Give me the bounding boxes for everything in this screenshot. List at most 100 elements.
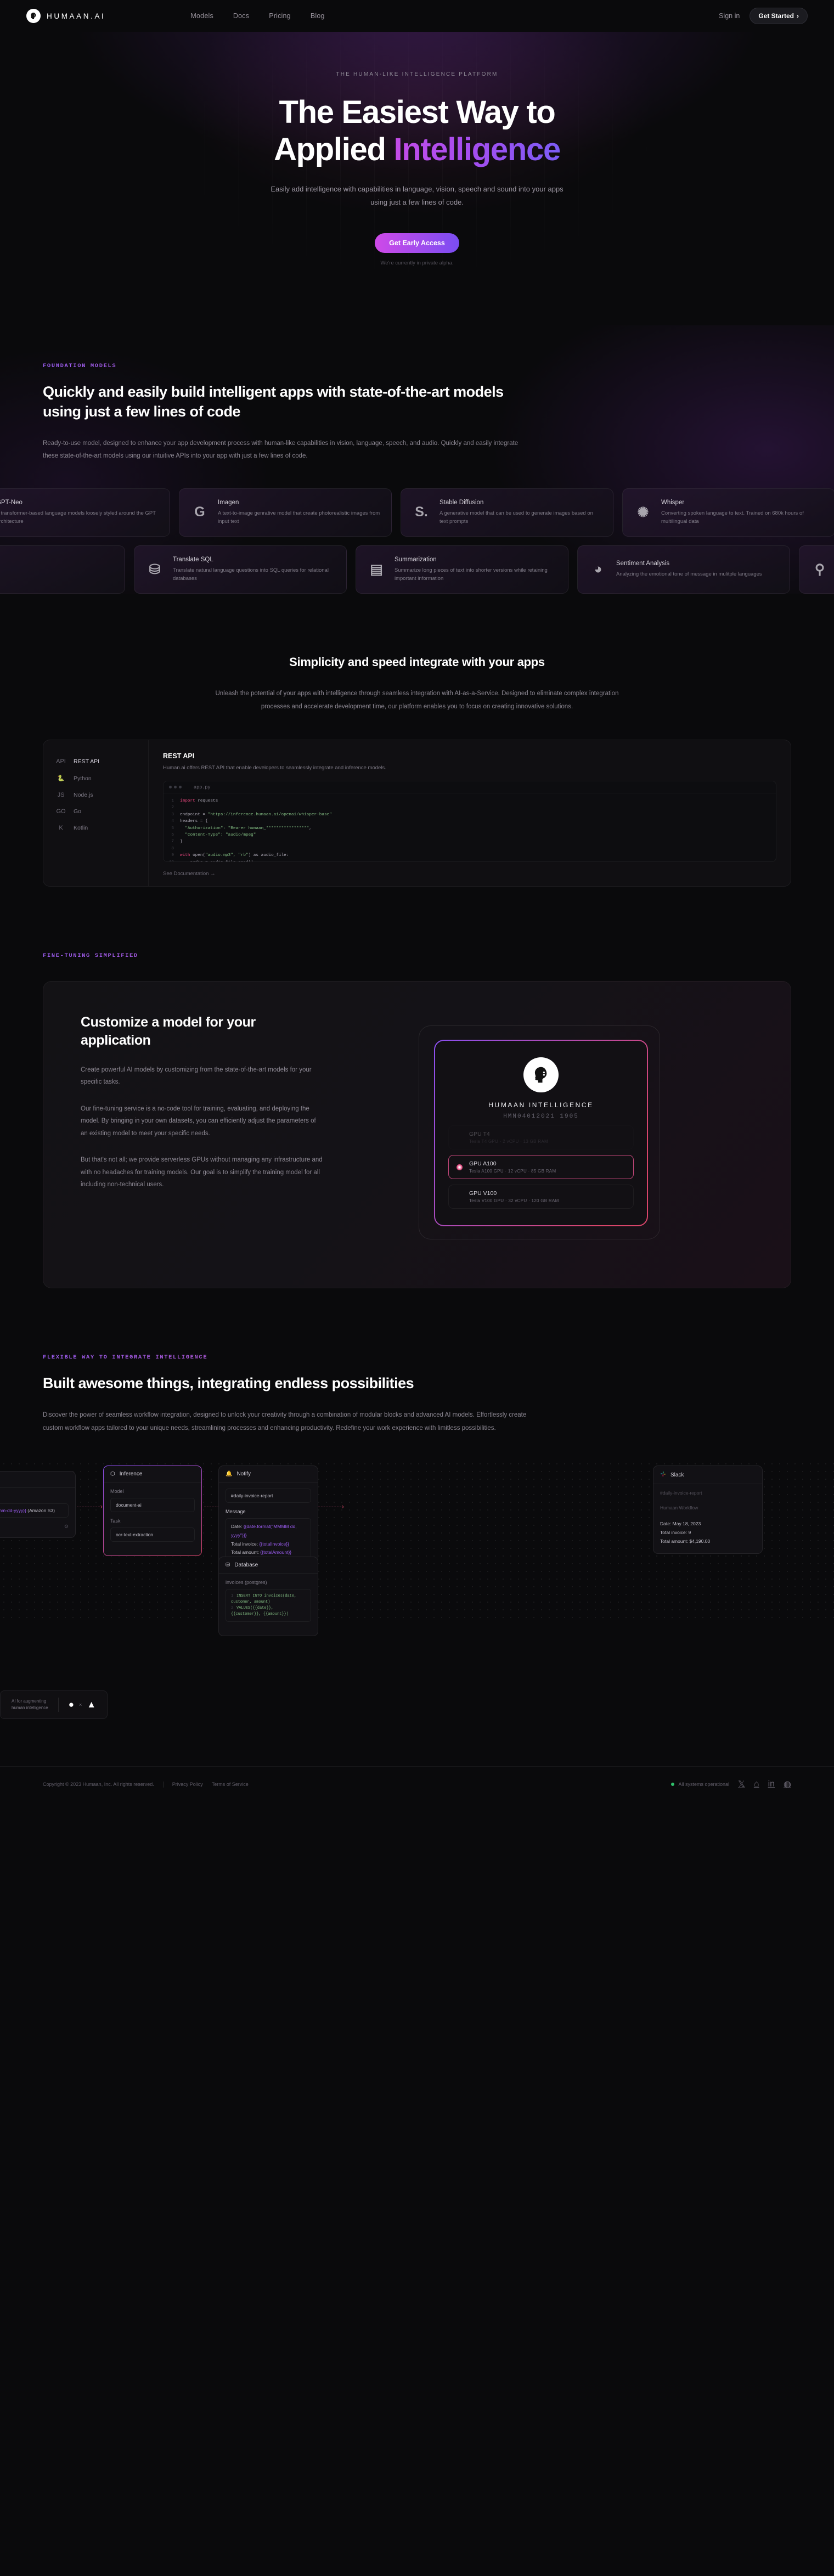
code-content[interactable]: 1 import requests 2 3 endpoint = "https://in… — [164, 793, 776, 861]
workflow-node-slack[interactable]: Slack #daily-invoice-report Humaan Workf… — [653, 1465, 763, 1554]
badge-divider — [58, 1698, 59, 1712]
model-card[interactable]: ▤ ex content from — [0, 545, 125, 594]
node-body: #daily-invoice-report Humaan Workflow Da… — [653, 1484, 762, 1553]
model-card[interactable]: ✺ Whisper Converting spoken language to t… — [622, 488, 834, 537]
api-lang-label: REST API — [74, 758, 100, 765]
api-lang-kotlin[interactable]: K Kotlin — [43, 820, 148, 836]
api-lang-python[interactable]: 🐍 Python — [43, 770, 148, 787]
workflow-canvas: ⤓ Input Source invoice-{{mm-dd-yyyy}} (A… — [0, 1460, 834, 1637]
gear-icon[interactable]: ⚙ — [0, 1524, 69, 1530]
see-documentation-link[interactable]: See Documentation → — [163, 871, 216, 877]
linkedin-icon[interactable]: in — [768, 1779, 775, 1789]
model-card-title: Summarization — [395, 556, 437, 563]
code-line-text: "Authorization": "Bearer humaan_********… — [185, 826, 312, 831]
code-line: 6 "Content-Type": "audio/mpeg" — [164, 832, 776, 838]
gpu-option-t4[interactable]: GPU T4 Tesla T4 GPU · 2 vCPU · 13 GB RAM — [448, 1125, 634, 1149]
model-card-desc: Converting spoken language to text. Trai… — [661, 510, 804, 525]
nav-link-models[interactable]: Models — [190, 12, 213, 20]
get-early-access-button[interactable]: Get Early Access — [375, 233, 459, 253]
code-filename: app.py — [194, 784, 211, 790]
hero-title-line1: The Easiest Way to — [279, 94, 555, 130]
task-value-field[interactable]: ocr-text-extraction — [110, 1527, 195, 1542]
workflow-node-input[interactable]: ⤓ Input Source invoice-{{mm-dd-yyyy}} (A… — [0, 1471, 76, 1538]
code-line: 4 headers = { — [164, 818, 776, 825]
model-card[interactable]: S. Stable Diffusion A generative model th… — [401, 488, 613, 537]
get-started-button[interactable]: Get Started › — [750, 8, 808, 24]
simplicity-heading: Simplicity and speed integrate with your… — [289, 655, 545, 669]
window-dots-icon — [169, 786, 182, 789]
landing-page: HUMAAN.AI Models Docs Pricing Blog Sign … — [0, 0, 834, 1806]
code-line: 2 — [164, 804, 776, 811]
code-line: 8 — [164, 845, 776, 852]
badge-line-1: AI for augmenting — [12, 1699, 47, 1704]
nav-link-pricing[interactable]: Pricing — [269, 12, 291, 20]
code-line-number: 2 — [231, 1606, 234, 1611]
api-lang-go[interactable]: GO Go — [43, 803, 148, 820]
model-card[interactable]: G Imagen A text-to-image genrative model … — [179, 488, 392, 537]
gpu-option-a100[interactable]: GPU A100 Tesla A100 GPU · 12 vCPU · 85 G… — [448, 1155, 634, 1180]
api-detail: REST API Human.ai offers REST API that e… — [149, 740, 791, 886]
node-body: Source invoice-{{mm-dd-yyyy}} (Amazon S3… — [0, 1488, 75, 1537]
workflow-section: FLEXIBLE WAY TO INTEGRATE INTELLIGENCE B… — [0, 1288, 834, 1637]
model-card[interactable]: ◎ GPT-NeoA transformer-based language mo… — [0, 488, 170, 537]
database-icon: ⛁ — [226, 1562, 230, 1569]
discord-icon[interactable]: ◍ — [784, 1779, 791, 1790]
body-pose-icon: ⚲ — [814, 561, 825, 577]
database-icon: ⛁ — [149, 561, 161, 577]
api-detail-desc: Human.ai offers REST API that enable dev… — [163, 765, 386, 771]
model-card[interactable]: ⛁ Translate SQL Translate natural languag… — [134, 545, 347, 594]
finetune-kicker: FINE-TUNING SIMPLIFIED — [43, 952, 791, 959]
hero-eyebrow: THE HUMAN-LIKE INTELLIGENCE PLATFORM — [336, 71, 498, 77]
notify-channel-field[interactable]: #daily-invoice-report — [226, 1489, 311, 1503]
msg-value: {{totalAmount}} — [260, 1549, 292, 1555]
humaan-head-icon — [26, 9, 41, 23]
terms-of-service-link[interactable]: Terms of Service — [212, 1782, 249, 1787]
gpu-option-v100[interactable]: GPU V100 Tesla V100 GPU · 32 vCPU · 120 … — [448, 1185, 634, 1209]
foundation-paragraph: Ready-to-use model, designed to enhance … — [43, 439, 519, 460]
api-lang-label: Node.js — [74, 792, 93, 799]
gpu-spec: Tesla V100 GPU · 32 vCPU · 120 GB RAM — [469, 1198, 559, 1204]
model-card[interactable]: ▤ Summarization Summarize long pieces of … — [356, 545, 568, 594]
database-code-field[interactable]: 1 INSERT INTO invoices(date, customer, am… — [226, 1589, 311, 1622]
code-line-number: 9 — [171, 853, 174, 858]
chip-serial: HMN04012021 1905 — [503, 1113, 579, 1120]
api-lang-nodejs[interactable]: JS Node.js — [43, 787, 148, 803]
workflow-node-inference[interactable]: ⬡ Inference Model document-ai Task ocr-t… — [103, 1465, 202, 1556]
chip-body: HUMAAN INTELLIGENCE HMN04012021 1905 GPU… — [435, 1041, 647, 1226]
nodejs-icon: JS — [57, 792, 65, 799]
model-card-desc: A generative model that can be used to g… — [439, 510, 593, 525]
msg-key: Total invoice: — [231, 1541, 258, 1547]
gpu-name: GPU V100 — [469, 1190, 497, 1197]
model-card[interactable]: ⚲ Body PoseTrack the movements of a pers… — [799, 545, 834, 594]
slack-icon — [660, 1471, 666, 1479]
code-line: 5 "Authorization": "Bearer humaan_******… — [164, 825, 776, 832]
foundation-heading: Quickly and easily build intelligent app… — [43, 383, 504, 420]
code-line: 3 endpoint = "https://inference.humaan.ai… — [164, 811, 776, 818]
code-line-text: with open("audio.mp3", "rb") as audio_fi… — [180, 853, 289, 858]
api-lang-rest[interactable]: API REST API — [43, 753, 148, 770]
twitter-x-icon[interactable]: 𝕏 — [738, 1779, 745, 1790]
sign-in-link[interactable]: Sign in — [719, 12, 740, 20]
badge-strip: AI for augmenting human intelligence ● ×… — [0, 1625, 834, 1720]
model-card-desc: Summarize long pieces of text into short… — [395, 567, 548, 582]
node-title: Database — [234, 1562, 258, 1569]
code-line: 9 with open("audio.mp3", "rb") as audio_f… — [164, 852, 776, 859]
hero-title: The Easiest Way to Applied Intelligence — [0, 94, 834, 168]
copyright-text: Copyright © 2023 Humaan, Inc. All rights… — [43, 1782, 154, 1788]
privacy-policy-link[interactable]: Privacy Policy — [172, 1782, 203, 1787]
notify-message-field[interactable]: Date: {{date.format("MMMM dd, yyyy")}} T… — [226, 1518, 311, 1562]
brand-logo[interactable]: HUMAAN.AI — [26, 9, 105, 23]
nav-actions: Sign in Get Started › — [719, 8, 808, 24]
task-label: Task — [110, 1518, 121, 1524]
site-footer: Copyright © 2023 Humaan, Inc. All rights… — [0, 1766, 834, 1806]
chip-gradient-border: HUMAAN INTELLIGENCE HMN04012021 1905 GPU… — [434, 1040, 648, 1227]
api-icon: API — [56, 758, 66, 765]
nav-link-docs[interactable]: Docs — [233, 12, 249, 20]
nav-link-blog[interactable]: Blog — [311, 12, 325, 20]
input-source-field[interactable]: invoice-{{mm-dd-yyyy}} (Amazon S3) — [0, 1503, 69, 1518]
model-card[interactable]: ◕ Sentiment Analysis Analyzing the emotio… — [577, 545, 790, 594]
github-icon[interactable]: ⌂ — [754, 1779, 759, 1789]
simplicity-paragraph: Unleash the potential of your apps with … — [215, 690, 619, 710]
model-value-field[interactable]: document-ai — [110, 1498, 195, 1513]
mission-badge: AI for augmenting human intelligence ● ×… — [0, 1690, 108, 1720]
